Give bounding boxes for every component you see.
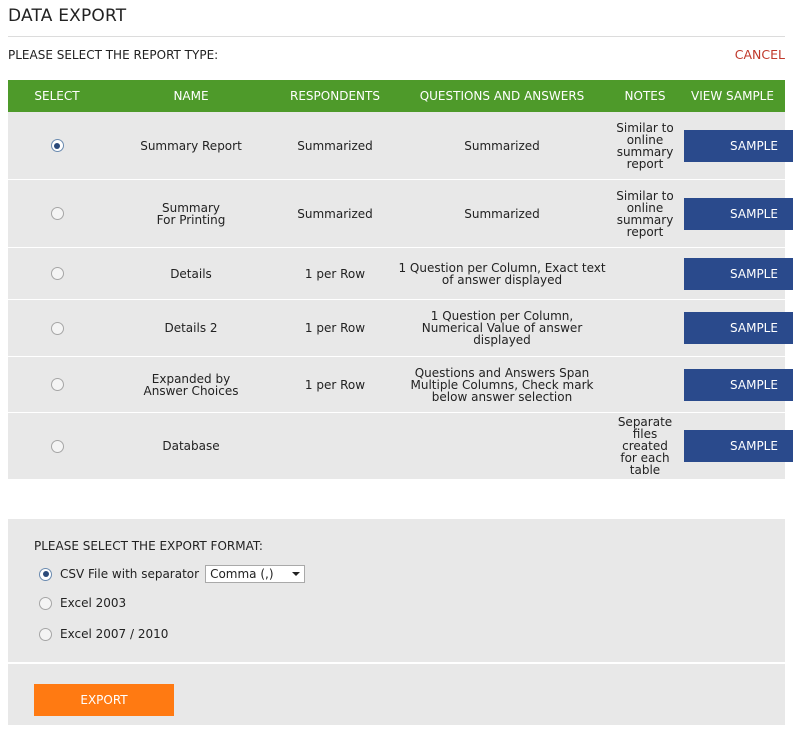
report-radio-expanded-by-answer-choices[interactable] bbox=[50, 378, 64, 391]
export-format-panel: PLEASE SELECT THE EXPORT FORMAT: CSV Fil… bbox=[8, 519, 785, 662]
report-name: Expanded by Answer Choices bbox=[106, 356, 276, 413]
format-option-excel-2007-2010[interactable]: Excel 2007 / 2010 bbox=[39, 627, 168, 641]
format-option-label: Excel 2007 / 2010 bbox=[60, 627, 169, 641]
report-type-table: SELECT NAME RESPONDENTS QUESTIONS AND AN… bbox=[8, 80, 793, 479]
sample-button-expanded-by-answer-choices[interactable]: SAMPLE bbox=[684, 368, 793, 401]
report-notes: Similar to online summary report bbox=[610, 179, 680, 248]
table-row: Details 1 per Row 1 Question per Column,… bbox=[8, 247, 793, 300]
sample-cell: SAMPLE bbox=[680, 247, 793, 300]
format-option-csv[interactable]: CSV File with separator Comma (,) bbox=[39, 565, 306, 583]
report-notes bbox=[610, 356, 680, 413]
select-cell bbox=[8, 247, 106, 300]
format-option-label: Excel 2003 bbox=[60, 596, 127, 610]
report-questions-answers: 1 Question per Column, Numerical Value o… bbox=[394, 299, 610, 357]
report-name: Details bbox=[106, 247, 276, 300]
format-radio-excel-2007-2010[interactable] bbox=[39, 627, 52, 641]
sample-button-details-2[interactable]: SAMPLE bbox=[684, 312, 793, 344]
page-title: DATA EXPORT bbox=[8, 6, 127, 26]
select-cell bbox=[8, 356, 106, 413]
report-notes: Separate files created for each table bbox=[610, 412, 680, 479]
table-row: Summary For Printing Summarized Summariz… bbox=[8, 179, 793, 248]
sample-button-details[interactable]: SAMPLE bbox=[684, 257, 793, 290]
table-row: Database Separate files created for each… bbox=[8, 412, 793, 479]
report-radio-details-2[interactable] bbox=[50, 321, 64, 335]
report-notes bbox=[610, 299, 680, 357]
report-questions-answers: 1 Question per Column, Exact text of ans… bbox=[394, 247, 610, 300]
select-cell bbox=[8, 179, 106, 248]
select-cell bbox=[8, 299, 106, 357]
column-header-respondents: RESPONDENTS bbox=[276, 80, 394, 112]
format-option-label: CSV File with separator bbox=[60, 567, 200, 581]
report-respondents: 1 per Row bbox=[276, 299, 394, 357]
column-header-select: SELECT bbox=[8, 80, 106, 112]
report-respondents: 1 per Row bbox=[276, 247, 394, 300]
report-name: Summary For Printing bbox=[106, 179, 276, 248]
column-header-name: NAME bbox=[106, 80, 276, 112]
table-row: Details 2 1 per Row 1 Question per Colum… bbox=[8, 299, 793, 357]
table-row: Summary Report Summarized Summarized Sim… bbox=[8, 112, 793, 180]
cancel-link[interactable]: CANCEL bbox=[735, 47, 785, 62]
select-cell bbox=[8, 412, 106, 479]
report-notes: Similar to online summary report bbox=[610, 112, 680, 180]
report-questions-answers: Summarized bbox=[394, 112, 610, 180]
format-option-excel-2003[interactable]: Excel 2003 bbox=[39, 596, 126, 610]
column-header-view-sample: VIEW SAMPLE bbox=[680, 80, 785, 112]
report-type-label: PLEASE SELECT THE REPORT TYPE: bbox=[8, 48, 219, 62]
sample-button-summary-for-printing[interactable]: SAMPLE bbox=[684, 197, 793, 230]
sample-button-summary-report[interactable]: SAMPLE bbox=[684, 129, 793, 162]
chevron-down-icon bbox=[292, 572, 301, 576]
export-button[interactable]: EXPORT bbox=[34, 684, 174, 716]
report-radio-summary-for-printing[interactable] bbox=[50, 207, 64, 220]
report-radio-summary-report[interactable] bbox=[50, 139, 64, 152]
report-name: Summary Report bbox=[106, 112, 276, 180]
table-header-row: SELECT NAME RESPONDENTS QUESTIONS AND AN… bbox=[8, 80, 785, 112]
report-respondents: Summarized bbox=[276, 179, 394, 248]
sample-cell: SAMPLE bbox=[680, 412, 793, 479]
select-cell bbox=[8, 112, 106, 180]
separator-select-value: Comma (,) bbox=[210, 567, 274, 581]
sample-cell: SAMPLE bbox=[680, 112, 793, 180]
column-header-questions-answers: QUESTIONS AND ANSWERS bbox=[394, 80, 610, 112]
sample-cell: SAMPLE bbox=[680, 299, 793, 357]
export-action-panel: EXPORT bbox=[8, 664, 785, 725]
report-radio-database[interactable] bbox=[50, 439, 64, 453]
title-divider bbox=[8, 36, 785, 37]
report-name: Database bbox=[106, 412, 276, 479]
export-format-label: PLEASE SELECT THE EXPORT FORMAT: bbox=[34, 539, 263, 553]
format-radio-excel-2003[interactable] bbox=[39, 596, 52, 610]
report-name: Details 2 bbox=[106, 299, 276, 357]
separator-select[interactable]: Comma (,) bbox=[205, 565, 306, 583]
report-respondents: Summarized bbox=[276, 112, 394, 180]
sample-cell: SAMPLE bbox=[680, 356, 793, 413]
report-notes bbox=[610, 247, 680, 300]
report-respondents: 1 per Row bbox=[276, 356, 394, 413]
format-radio-csv[interactable] bbox=[39, 567, 52, 581]
report-questions-answers: Questions and Answers Span Multiple Colu… bbox=[394, 356, 610, 413]
report-radio-details[interactable] bbox=[50, 267, 64, 280]
sample-button-database[interactable]: SAMPLE bbox=[684, 430, 793, 462]
report-respondents bbox=[276, 412, 394, 479]
column-header-notes: NOTES bbox=[610, 80, 680, 112]
report-questions-answers bbox=[394, 412, 610, 479]
sample-cell: SAMPLE bbox=[680, 179, 793, 248]
report-questions-answers: Summarized bbox=[394, 179, 610, 248]
table-row: Expanded by Answer Choices 1 per Row Que… bbox=[8, 356, 793, 413]
